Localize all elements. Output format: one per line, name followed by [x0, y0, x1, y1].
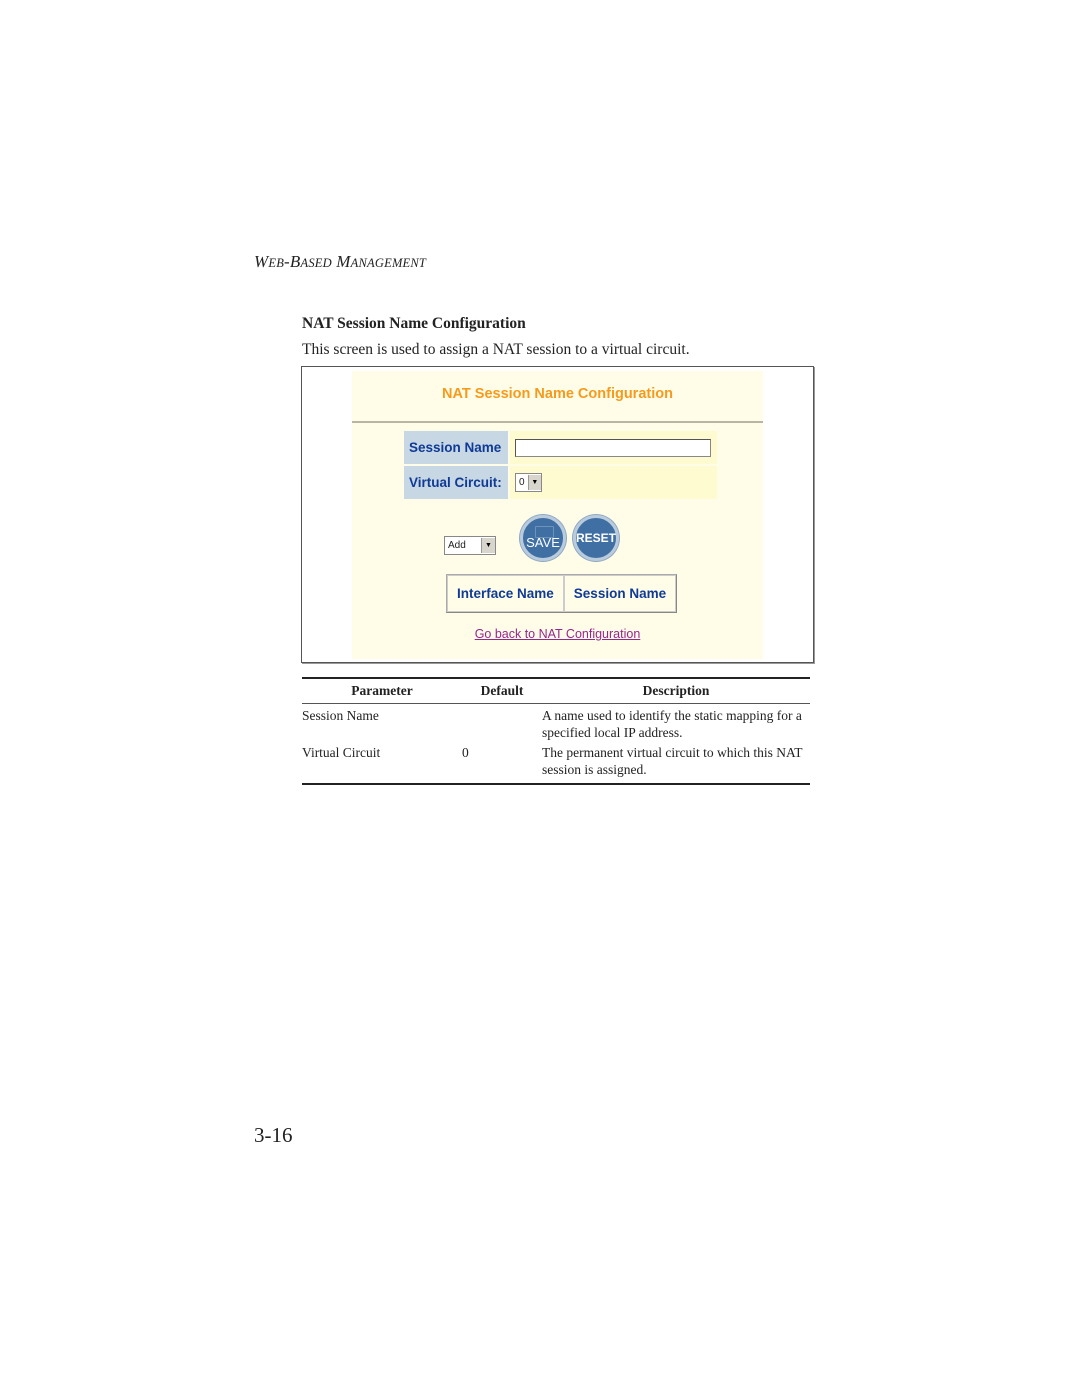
config-form: Session Name Virtual Circuit: 0 ▼: [404, 431, 717, 501]
config-panel: NAT Session Name Configuration Session N…: [352, 371, 763, 659]
column-header-interface-name: Interface Name: [447, 575, 564, 612]
parameter-table: Parameter Default Description Session Na…: [302, 677, 810, 785]
cell-default: 0: [462, 745, 469, 760]
action-select-value: Add: [448, 540, 466, 551]
reset-label: RESET: [576, 531, 617, 545]
cell-parameter: Virtual Circuit: [302, 745, 381, 760]
chevron-down-icon[interactable]: ▼: [527, 475, 541, 490]
virtual-circuit-cell: 0 ▼: [510, 466, 717, 499]
session-name-row: Session Name: [404, 431, 717, 464]
header-default: Default: [480, 683, 524, 698]
back-to-nat-config-link[interactable]: Go back to NAT Configuration: [352, 627, 763, 641]
running-head-anagement: ANAGEMENT: [350, 256, 427, 270]
divider: [352, 421, 763, 423]
folder-icon: [535, 526, 554, 538]
chevron-down-icon[interactable]: ▼: [481, 538, 495, 553]
table-header: Parameter Default Description: [302, 679, 810, 704]
table-row: Virtual Circuit 0 The permanent virtual …: [302, 741, 810, 783]
virtual-circuit-select[interactable]: 0 ▼: [515, 473, 542, 492]
save-button[interactable]: SAVE: [520, 515, 566, 561]
cell-default: [462, 707, 542, 741]
action-select[interactable]: Add ▼: [444, 536, 496, 555]
running-head-w: W: [254, 252, 269, 271]
session-name-cell: [510, 431, 717, 464]
panel-title: NAT Session Name Configuration: [442, 386, 673, 402]
screenshot-frame: NAT Session Name Configuration Session N…: [301, 366, 814, 663]
cell-description: A name used to identify the static mappi…: [542, 708, 802, 740]
virtual-circuit-label: Virtual Circuit:: [404, 466, 508, 499]
running-head-b: -B: [284, 252, 301, 271]
running-head-ased: ASED: [300, 256, 332, 270]
session-name-label: Session Name: [404, 431, 508, 464]
section-title: NAT Session Name Configuration: [302, 315, 526, 332]
header-parameter: Parameter: [351, 683, 413, 698]
reset-button[interactable]: RESET: [573, 515, 619, 561]
cell-description: The permanent virtual circuit to which t…: [542, 745, 803, 777]
page-number: 3-16: [254, 1123, 293, 1147]
table-row: Session Name A name used to identify the…: [302, 704, 810, 741]
running-head-m: M: [331, 252, 351, 271]
column-header-session-name: Session Name: [563, 575, 677, 612]
session-table: Interface Name Session Name: [446, 574, 678, 613]
session-name-input[interactable]: [515, 438, 711, 457]
cell-parameter: Session Name: [302, 708, 379, 723]
running-head-eb: EB: [268, 256, 285, 270]
virtual-circuit-value: 0: [519, 477, 525, 488]
running-head: WEB-BASED MANAGEMENT: [254, 252, 426, 272]
virtual-circuit-row: Virtual Circuit: 0 ▼: [404, 466, 717, 499]
header-description: Description: [642, 683, 710, 698]
intro-text: This screen is used to assign a NAT sess…: [302, 341, 690, 358]
